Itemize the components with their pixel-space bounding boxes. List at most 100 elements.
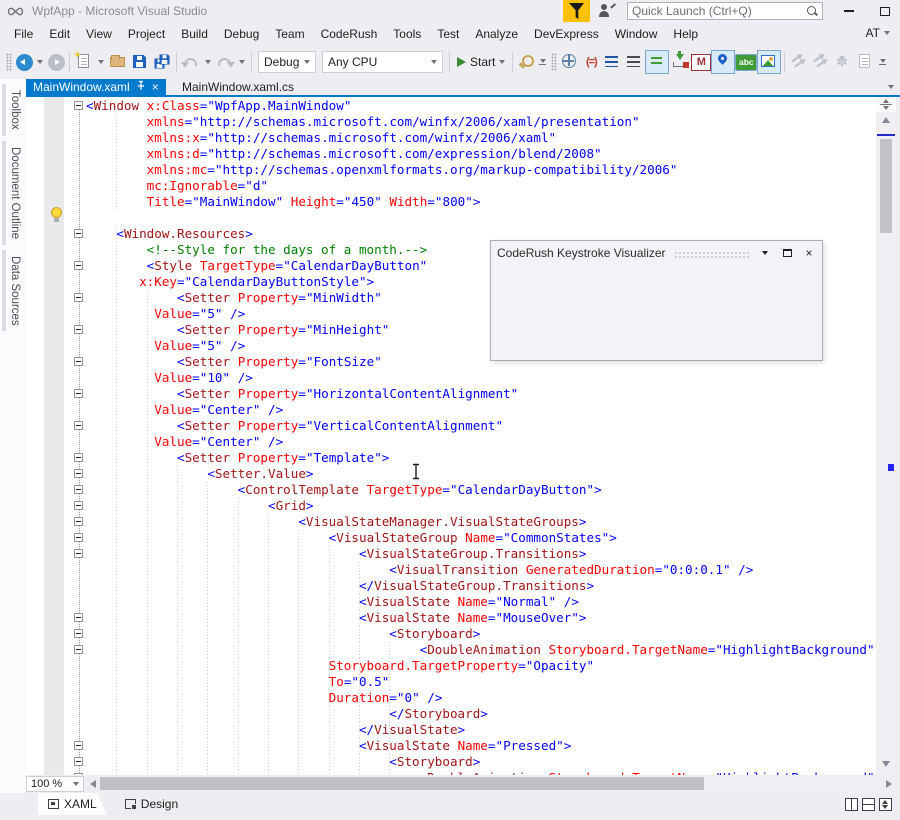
code-line[interactable]: xmlns:x="http://schemas.microsoft.com/wi… <box>26 130 876 146</box>
code-line[interactable]: <Window x:Class="WpfApp.MainWindow" <box>26 98 876 114</box>
scroll-right-arrow[interactable] <box>886 780 892 788</box>
sidebar-tab-data-sources[interactable]: Data Sources <box>2 250 25 332</box>
fold-collapse-box[interactable] <box>74 645 83 654</box>
panel-drag-grip[interactable] <box>674 251 750 258</box>
editor-zoom-dropdown[interactable]: 100 % <box>26 776 84 792</box>
panel-close-button[interactable]: × <box>802 246 816 260</box>
menu-item-test[interactable]: Test <box>429 23 467 45</box>
menu-item-analyze[interactable]: Analyze <box>467 23 526 45</box>
save-all-button[interactable] <box>151 50 173 74</box>
code-line[interactable]: Title="MainWindow" Height="450" Width="8… <box>26 194 876 210</box>
vertical-split-button[interactable] <box>845 798 858 811</box>
code-line[interactable]: <VisualStateGroup.Transitions> <box>26 546 876 562</box>
disabled-arrow-button-2[interactable] <box>810 50 832 74</box>
code-line[interactable]: <VisualState Name="Normal" /> <box>26 594 876 610</box>
menu-item-devexpress[interactable]: DevExpress <box>526 23 607 45</box>
lightbulb-quick-actions-icon[interactable] <box>50 207 63 223</box>
menu-item-help[interactable]: Help <box>665 23 706 45</box>
solution-configuration-dropdown[interactable]: Debug <box>258 51 316 73</box>
code-line[interactable]: <Storyboard> <box>26 626 876 642</box>
toolbar-overflow-button[interactable] <box>539 59 546 66</box>
code-line[interactable]: xmlns:d="http://schemas.microsoft.com/ex… <box>26 146 876 162</box>
vertical-scroll-thumb[interactable] <box>880 139 892 233</box>
code-line[interactable]: </Storyboard> <box>26 706 876 722</box>
code-line[interactable]: Duration="0" /> <box>26 690 876 706</box>
close-icon[interactable]: × <box>152 82 159 92</box>
code-line[interactable]: <Grid> <box>26 498 876 514</box>
scroll-left-arrow[interactable] <box>90 780 96 788</box>
menu-item-debug[interactable]: Debug <box>216 23 267 45</box>
panel-menu-button[interactable] <box>758 246 772 260</box>
schema-wheel-button[interactable] <box>559 50 581 74</box>
code-line[interactable]: xmlns="http://schemas.microsoft.com/winf… <box>26 114 876 130</box>
start-debugging-button[interactable]: Start <box>457 55 505 69</box>
code-line[interactable]: xmlns:mc="http://schemas.openxmlformats.… <box>26 162 876 178</box>
fold-collapse-box[interactable] <box>74 613 83 622</box>
code-lines[interactable]: <Window x:Class="WpfApp.MainWindow" xmln… <box>26 98 876 775</box>
pin-icon[interactable] <box>136 80 146 94</box>
code-line[interactable]: <VisualTransition GeneratedDuration="0:0… <box>26 562 876 578</box>
document-tab-mainwindow.xaml.cs[interactable]: MainWindow.xaml.cs <box>175 79 301 95</box>
xaml-code-editor[interactable]: <Window x:Class="WpfApp.MainWindow" xmln… <box>26 97 876 775</box>
fold-collapse-box[interactable] <box>74 261 83 270</box>
fold-collapse-box[interactable] <box>74 421 83 430</box>
fold-collapse-box[interactable] <box>74 549 83 558</box>
redo-button[interactable] <box>214 50 236 74</box>
code-line[interactable]: <Setter.Value> <box>26 466 876 482</box>
disabled-arrow-button-1[interactable] <box>788 50 810 74</box>
fold-collapse-box[interactable] <box>74 469 83 478</box>
fold-collapse-box[interactable] <box>74 229 83 238</box>
sidebar-tab-toolbox[interactable]: Toolbox <box>2 84 25 136</box>
scroll-up-arrow[interactable] <box>882 117 890 123</box>
image-toggle-button[interactable] <box>757 50 781 74</box>
find-in-files-button[interactable] <box>516 50 536 74</box>
code-line[interactable]: </VisualStateGroup.Transitions> <box>26 578 876 594</box>
disabled-document-button[interactable] <box>854 50 876 74</box>
horizontal-scroll-thumb[interactable] <box>100 777 704 790</box>
horizontal-scroll-track[interactable] <box>100 776 878 791</box>
back-dropdown-caret[interactable] <box>37 60 43 64</box>
fold-collapse-box[interactable] <box>74 101 83 110</box>
menu-item-project[interactable]: Project <box>120 23 173 45</box>
view-tab-design[interactable]: Design <box>115 793 188 815</box>
quick-launch-input[interactable]: Quick Launch (Ctrl+Q) <box>627 2 823 20</box>
code-line[interactable]: Value="Center" /> <box>26 402 876 418</box>
import-button[interactable] <box>669 50 691 74</box>
maximize-button[interactable] <box>868 0 900 22</box>
horizontal-split-button[interactable] <box>862 798 875 811</box>
account-menu[interactable]: AT <box>866 26 890 40</box>
fold-collapse-box[interactable] <box>74 325 83 334</box>
menu-item-file[interactable]: File <box>6 23 41 45</box>
fold-collapse-box[interactable] <box>74 757 83 766</box>
feedback-person-icon[interactable] <box>598 3 616 19</box>
gray-lines-button[interactable] <box>623 50 645 74</box>
open-file-button[interactable] <box>107 50 129 74</box>
menu-item-view[interactable]: View <box>78 23 120 45</box>
code-line[interactable]: Storyboard.TargetProperty="Opacity" <box>26 658 876 674</box>
code-line[interactable]: <ControlTemplate TargetType="CalendarDay… <box>26 482 876 498</box>
panel-title-bar[interactable]: CodeRush Keystroke Visualizer × <box>491 241 822 265</box>
fold-collapse-box[interactable] <box>74 517 83 526</box>
menu-item-coderush[interactable]: CodeRush <box>313 23 386 45</box>
swap-panes-button[interactable] <box>879 798 892 811</box>
fold-collapse-box[interactable] <box>74 357 83 366</box>
menu-item-build[interactable]: Build <box>173 23 216 45</box>
code-line[interactable]: Value="10" /> <box>26 370 876 386</box>
fold-collapse-box[interactable] <box>74 293 83 302</box>
menu-item-tools[interactable]: Tools <box>385 23 429 45</box>
sidebar-tab-document-outline[interactable]: Document Outline <box>2 141 25 245</box>
document-list-chevron-icon[interactable] <box>888 85 894 89</box>
coderush-keystroke-visualizer-panel[interactable]: CodeRush Keystroke Visualizer × <box>490 240 823 361</box>
menu-item-edit[interactable]: Edit <box>41 23 78 45</box>
code-line[interactable] <box>26 210 876 226</box>
document-tab-mainwindow.xaml[interactable]: MainWindow.xaml× <box>26 79 166 95</box>
vertical-scrollbar[interactable] <box>876 97 896 775</box>
fold-collapse-box[interactable] <box>74 485 83 494</box>
save-button[interactable] <box>129 50 151 74</box>
minimize-button[interactable] <box>832 0 866 22</box>
code-line[interactable]: </VisualState> <box>26 722 876 738</box>
code-line[interactable]: <Setter Property="HorizontalContentAlign… <box>26 386 876 402</box>
scroll-down-arrow[interactable] <box>882 761 890 767</box>
code-line[interactable]: <Setter Property="Template"> <box>26 450 876 466</box>
editor-split-handle[interactable] <box>876 97 896 112</box>
